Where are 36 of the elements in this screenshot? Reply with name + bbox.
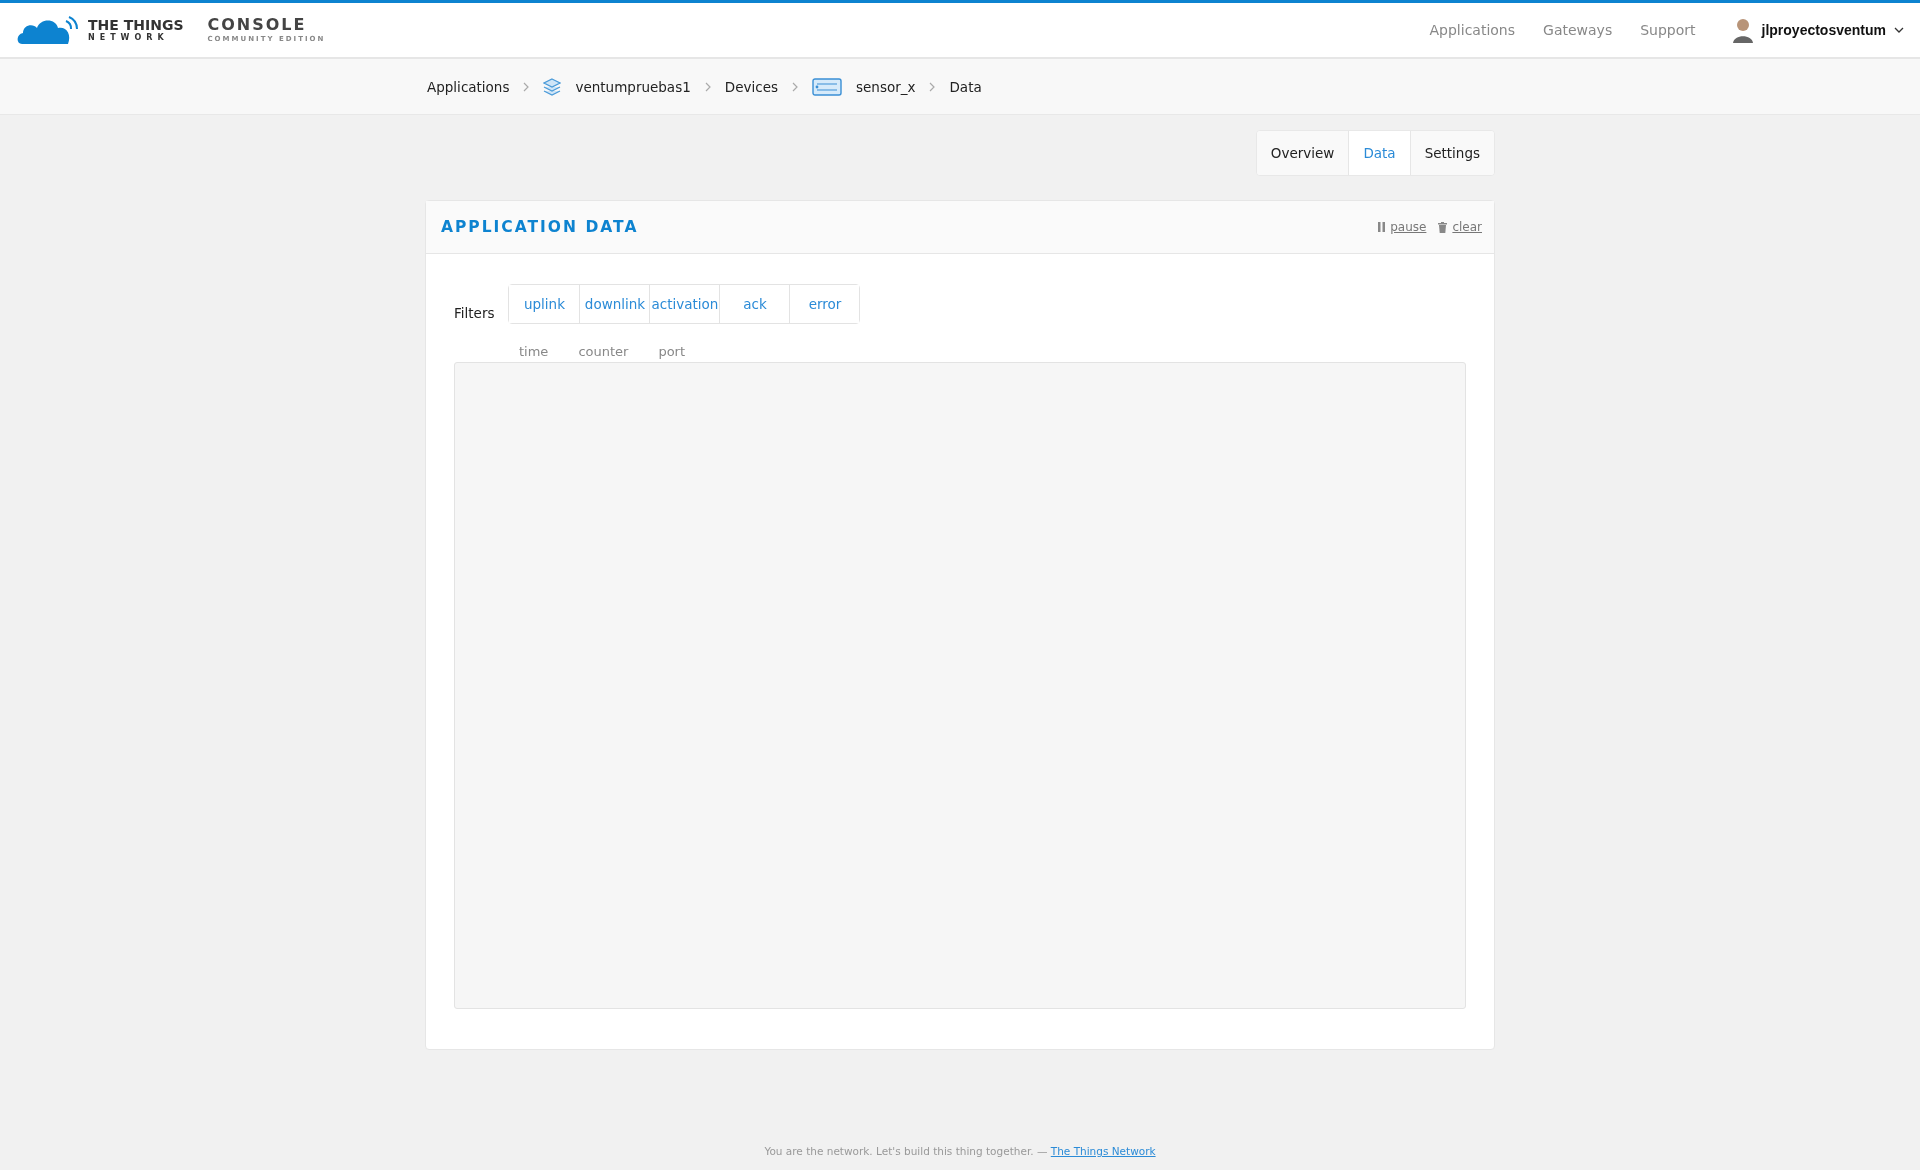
nav-link[interactable]: Applications: [1429, 22, 1516, 38]
column-header: counter: [578, 344, 629, 361]
chevron-right-icon: [792, 81, 798, 92]
card-title: APPLICATION DATA: [441, 218, 639, 236]
layers-icon: [543, 77, 562, 96]
logo-subtext: NETWORK: [88, 34, 170, 42]
logo-text: THE THINGS: [88, 18, 184, 32]
device-icon: [812, 77, 842, 96]
breadcrumb-item: Data: [949, 78, 982, 95]
clear-link[interactable]: clear: [1452, 220, 1482, 234]
filter-button[interactable]: activation: [649, 285, 720, 323]
tab[interactable]: Data: [1348, 131, 1410, 175]
filter-button[interactable]: error: [789, 285, 860, 323]
breadcrumb-item[interactable]: sensor_x: [856, 78, 916, 95]
footer-text: You are the network. Let's build this thing together. —: [764, 1145, 1048, 1157]
column-header: time: [519, 344, 549, 361]
chevron-right-icon: [523, 81, 530, 92]
trash-icon[interactable]: [1438, 221, 1448, 233]
breadcrumb-item[interactable]: Applications: [427, 78, 510, 95]
pause-link[interactable]: pause: [1390, 220, 1427, 234]
user-name[interactable]: jlproyectosventum: [1761, 22, 1886, 38]
breadcrumb-item[interactable]: ventumpruebas1: [575, 78, 691, 95]
product-name: CONSOLE: [207, 17, 308, 33]
avatar-icon: [1731, 17, 1754, 43]
chevron-right-icon: [704, 81, 711, 92]
nav-link[interactable]: Gateways: [1543, 22, 1613, 38]
cloud-logo-icon: [16, 15, 80, 45]
nav-link[interactable]: Support: [1640, 22, 1696, 38]
column-header: port: [658, 344, 686, 361]
pause-icon[interactable]: [1378, 222, 1386, 232]
breadcrumb-item[interactable]: Devices: [724, 78, 778, 95]
chevron-down-icon[interactable]: [1894, 27, 1904, 33]
filters-label: Filters: [454, 305, 495, 321]
footer-link[interactable]: The Things Network: [1050, 1145, 1156, 1157]
chevron-right-icon: [929, 81, 936, 92]
tab[interactable]: Settings: [1409, 131, 1494, 175]
